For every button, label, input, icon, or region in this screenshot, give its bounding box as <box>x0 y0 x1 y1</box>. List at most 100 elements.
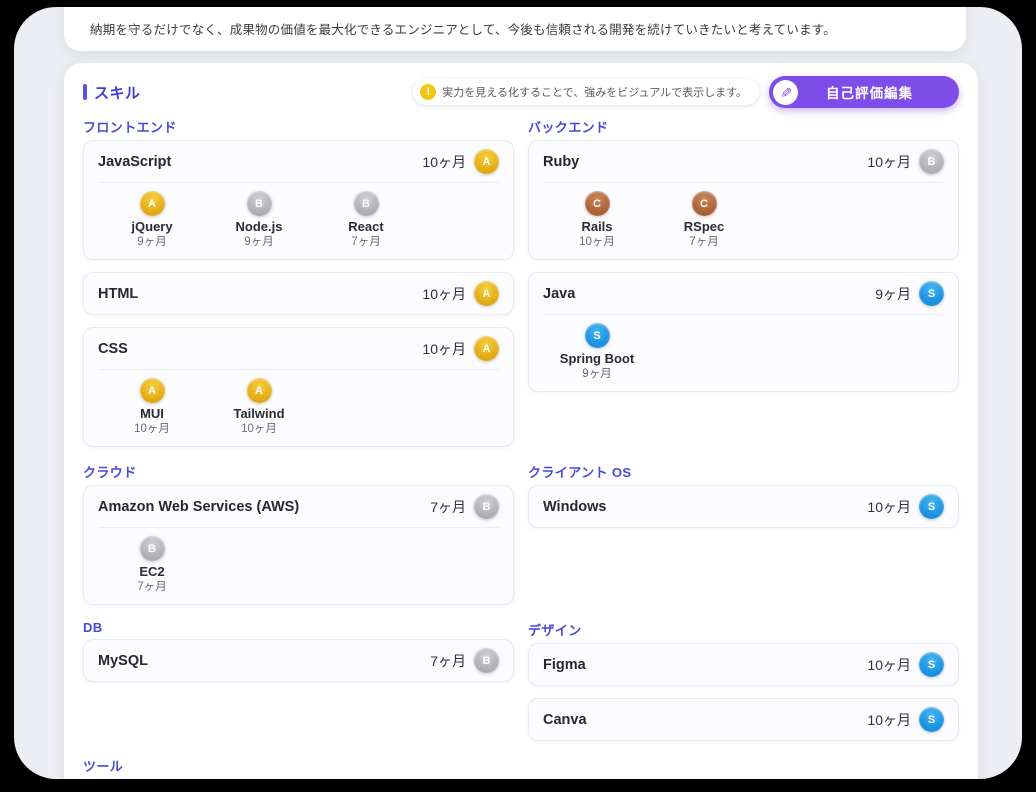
sub-skill: B Node.js 9ヶ月 <box>211 191 307 249</box>
sub-skill-name: Spring Boot <box>560 350 634 367</box>
notice-text: 実力を見える化することで、強みをビジュアルで表示します。 <box>442 84 747 100</box>
section-label: フロントエンド <box>83 117 514 136</box>
section-backend: バックエンド Ruby 10ヶ月 B C Rails 10ヶ月 <box>528 117 959 392</box>
sub-skill-duration: 10ヶ月 <box>579 235 615 249</box>
grade-badge: A <box>474 149 499 174</box>
sub-skill: C Rails 10ヶ月 <box>549 191 645 249</box>
grade-badge: A <box>140 378 165 403</box>
grade-badge: S <box>919 652 944 677</box>
app-screen: 納期を守るだけでなく、成果物の価値を最大化できるエンジニアとして、今後も信頼され… <box>14 7 1022 779</box>
skill-name: MySQL <box>98 651 148 671</box>
grade-badge: S <box>919 494 944 519</box>
skills-panel: スキル ! 実力を見える化することで、強みをビジュアルで表示します。 ✎ 自己評… <box>64 63 978 779</box>
skill-right: 7ヶ月 B <box>430 494 499 519</box>
skill-duration: 10ヶ月 <box>422 152 466 172</box>
skill-head: MySQL 7ヶ月 B <box>98 648 499 673</box>
sub-skill: S Spring Boot 9ヶ月 <box>549 323 645 381</box>
skill-duration: 7ヶ月 <box>430 497 466 517</box>
skill-name: Figma <box>543 655 586 675</box>
skill-head: Windows 10ヶ月 S <box>543 494 944 519</box>
sub-skill-duration: 7ヶ月 <box>351 235 380 249</box>
sub-skill-duration: 10ヶ月 <box>241 422 277 436</box>
sub-skill: B EC2 7ヶ月 <box>104 536 200 594</box>
grade-badge: C <box>585 191 610 216</box>
title-accent-bar <box>83 84 87 100</box>
skill-card: Windows 10ヶ月 S <box>528 485 959 528</box>
sub-skill-row: S Spring Boot 9ヶ月 <box>543 314 944 383</box>
sub-skill-duration: 9ヶ月 <box>137 235 166 249</box>
skill-duration: 7ヶ月 <box>430 651 466 671</box>
skill-head: Figma 10ヶ月 S <box>543 652 944 677</box>
self-evaluation-edit-button[interactable]: ✎ 自己評価編集 <box>769 76 959 108</box>
skill-card: Ruby 10ヶ月 B C Rails 10ヶ月 C <box>528 140 959 260</box>
profile-note-text: 納期を守るだけでなく、成果物の価値を最大化できるエンジニアとして、今後も信頼され… <box>90 19 836 38</box>
sub-skill: A Tailwind 10ヶ月 <box>211 378 307 436</box>
grade-badge: B <box>247 191 272 216</box>
section-label: デザイン <box>528 620 959 639</box>
skill-name: Windows <box>543 497 607 517</box>
grade-badge: A <box>474 336 499 361</box>
skill-right: 10ヶ月 S <box>867 707 944 732</box>
sub-skill: A jQuery 9ヶ月 <box>104 191 200 249</box>
grade-badge: B <box>354 191 379 216</box>
sub-skill-name: jQuery <box>131 218 172 235</box>
section-label: DB <box>83 620 514 635</box>
sub-skill-row: A jQuery 9ヶ月 B Node.js 9ヶ月 B React 7 <box>98 182 499 251</box>
section-cloud: クラウド Amazon Web Services (AWS) 7ヶ月 B B E… <box>83 462 514 605</box>
sub-skill: B React 7ヶ月 <box>318 191 414 249</box>
sub-skill-duration: 9ヶ月 <box>244 235 273 249</box>
skill-name: HTML <box>98 284 138 304</box>
skill-card: Amazon Web Services (AWS) 7ヶ月 B B EC2 7ヶ… <box>83 485 514 605</box>
section-design: デザイン Figma 10ヶ月 S Canva 10ヶ月 <box>528 620 959 741</box>
sub-skill: C RSpec 7ヶ月 <box>656 191 752 249</box>
skill-name: CSS <box>98 339 128 359</box>
section-label: クライアント OS <box>528 462 959 481</box>
grade-badge: B <box>140 536 165 561</box>
skill-head: Ruby 10ヶ月 B <box>543 149 944 174</box>
skill-head: Java 9ヶ月 S <box>543 281 944 306</box>
sub-skill-duration: 9ヶ月 <box>582 367 611 381</box>
skill-right: 7ヶ月 B <box>430 648 499 673</box>
skill-head: HTML 10ヶ月 A <box>98 281 499 306</box>
skill-right: 10ヶ月 B <box>867 149 944 174</box>
section-label: バックエンド <box>528 117 959 136</box>
sub-skill-duration: 7ヶ月 <box>689 235 718 249</box>
grade-badge: B <box>474 648 499 673</box>
section-tools: ツール Chatwork 9ヶ月 Eclipse 9ヶ月 <box>83 756 514 779</box>
section-db: DB MySQL 7ヶ月 B <box>83 620 514 682</box>
skill-head: Amazon Web Services (AWS) 7ヶ月 B <box>98 494 499 519</box>
skill-name: Java <box>543 284 575 304</box>
section-label: ツール <box>83 756 514 775</box>
skills-panel-title: スキル <box>83 82 141 103</box>
sub-skill-name: Rails <box>581 218 612 235</box>
sub-skill-name: RSpec <box>684 218 724 235</box>
sub-skill-duration: 7ヶ月 <box>137 580 166 594</box>
skill-head: Canva 10ヶ月 S <box>543 707 944 732</box>
grade-badge: A <box>247 378 272 403</box>
notice-pill: ! 実力を見える化することで、強みをビジュアルで表示します。 <box>413 79 759 105</box>
grade-badge: B <box>474 494 499 519</box>
sub-skill-name: React <box>348 218 383 235</box>
grade-badge: A <box>140 191 165 216</box>
skill-head: JavaScript 10ヶ月 A <box>98 149 499 174</box>
sub-skill-name: MUI <box>140 405 164 422</box>
skills-grid: フロントエンド JavaScript 10ヶ月 A A jQuery 9ヶ <box>83 117 959 779</box>
skill-right: 10ヶ月 A <box>422 336 499 361</box>
grade-badge: S <box>919 281 944 306</box>
skill-name: JavaScript <box>98 152 171 172</box>
skill-name: Ruby <box>543 152 579 172</box>
skill-duration: 10ヶ月 <box>422 284 466 304</box>
skills-panel-header: スキル ! 実力を見える化することで、強みをビジュアルで表示します。 ✎ 自己評… <box>83 76 959 108</box>
sub-skill-name: Tailwind <box>233 405 284 422</box>
edit-button-label: 自己評価編集 <box>798 82 955 102</box>
skill-card: CSS 10ヶ月 A A MUI 10ヶ月 A <box>83 327 514 447</box>
skill-duration: 10ヶ月 <box>867 497 911 517</box>
skill-card: Java 9ヶ月 S S Spring Boot 9ヶ月 <box>528 272 959 392</box>
skill-head: CSS 10ヶ月 A <box>98 336 499 361</box>
sub-skill-row: C Rails 10ヶ月 C RSpec 7ヶ月 <box>543 182 944 251</box>
grade-badge: S <box>919 707 944 732</box>
exclamation-icon: ! <box>420 84 436 100</box>
section-label: クラウド <box>83 462 514 481</box>
skill-card: JavaScript 10ヶ月 A A jQuery 9ヶ月 <box>83 140 514 260</box>
skill-right: 9ヶ月 S <box>875 281 944 306</box>
